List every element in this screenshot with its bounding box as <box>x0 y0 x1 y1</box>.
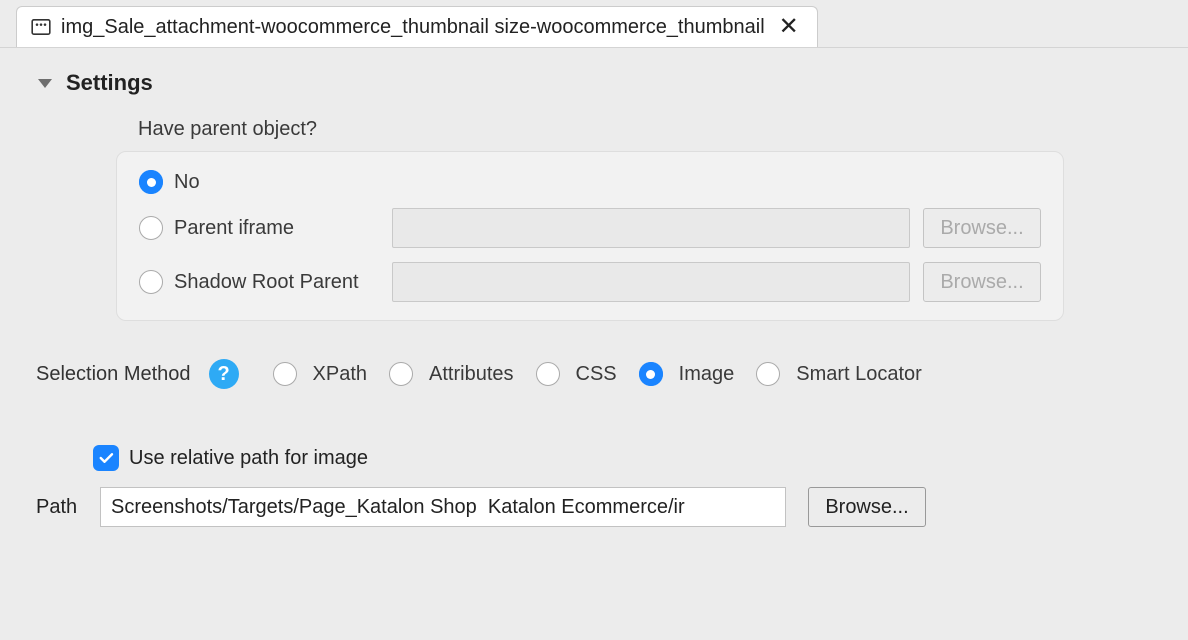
tab-title: img_Sale_attachment-woocommerce_thumbnai… <box>61 16 765 39</box>
section-header[interactable]: Settings <box>36 70 1152 96</box>
document-tab[interactable]: img_Sale_attachment-woocommerce_thumbnai… <box>16 6 818 47</box>
chevron-down-icon <box>38 79 52 88</box>
radio-attributes-label: Attributes <box>429 363 513 386</box>
radio-iframe-label: Parent iframe <box>174 217 389 240</box>
help-icon[interactable]: ? <box>209 359 239 389</box>
radio-image[interactable] <box>639 362 663 386</box>
parent-option-iframe[interactable]: Parent iframe Browse... <box>139 208 1041 248</box>
parent-option-shadow-root[interactable]: Shadow Root Parent Browse... <box>139 262 1041 302</box>
selection-method-row: Selection Method ? XPath Attributes CSS … <box>36 359 1152 389</box>
iframe-browse-button: Browse... <box>923 208 1041 248</box>
radio-image-label: Image <box>679 363 735 386</box>
radio-xpath-label: XPath <box>313 363 367 386</box>
radio-no[interactable] <box>139 170 163 194</box>
image-path-row: Path Browse... <box>36 487 1152 527</box>
object-icon <box>31 18 51 36</box>
path-input[interactable] <box>100 487 786 527</box>
path-browse-button[interactable]: Browse... <box>808 487 926 527</box>
selection-option-attributes[interactable]: Attributes <box>389 362 513 386</box>
radio-smart-locator-label: Smart Locator <box>796 363 922 386</box>
parent-option-no[interactable]: No <box>139 170 1041 194</box>
selection-option-css[interactable]: CSS <box>536 362 617 386</box>
tab-bar: img_Sale_attachment-woocommerce_thumbnai… <box>0 0 1188 47</box>
checkmark-icon <box>97 449 115 467</box>
shadow-root-browse-button: Browse... <box>923 262 1041 302</box>
radio-css[interactable] <box>536 362 560 386</box>
close-icon[interactable]: ✕ <box>775 15 803 39</box>
settings-panel: Settings Have parent object? No Parent i… <box>0 47 1188 527</box>
radio-shadow-root[interactable] <box>139 270 163 294</box>
radio-attributes[interactable] <box>389 362 413 386</box>
radio-xpath[interactable] <box>273 362 297 386</box>
selection-method-label: Selection Method <box>36 363 191 386</box>
section-title: Settings <box>66 70 153 96</box>
radio-smart-locator[interactable] <box>756 362 780 386</box>
iframe-path-input <box>392 208 910 248</box>
parent-object-label: Have parent object? <box>138 118 1152 141</box>
relative-path-checkbox[interactable] <box>93 445 119 471</box>
radio-no-label: No <box>174 171 389 194</box>
radio-iframe[interactable] <box>139 216 163 240</box>
selection-option-image[interactable]: Image <box>639 362 735 386</box>
path-label: Path <box>36 496 88 519</box>
selection-option-xpath[interactable]: XPath <box>273 362 367 386</box>
relative-path-row[interactable]: Use relative path for image <box>93 445 1152 471</box>
radio-shadow-root-label: Shadow Root Parent <box>174 271 389 294</box>
shadow-root-path-input <box>392 262 910 302</box>
parent-object-box: No Parent iframe Browse... Shadow Root P… <box>116 151 1064 321</box>
relative-path-label: Use relative path for image <box>129 447 368 470</box>
selection-option-smart-locator[interactable]: Smart Locator <box>756 362 922 386</box>
radio-css-label: CSS <box>576 363 617 386</box>
